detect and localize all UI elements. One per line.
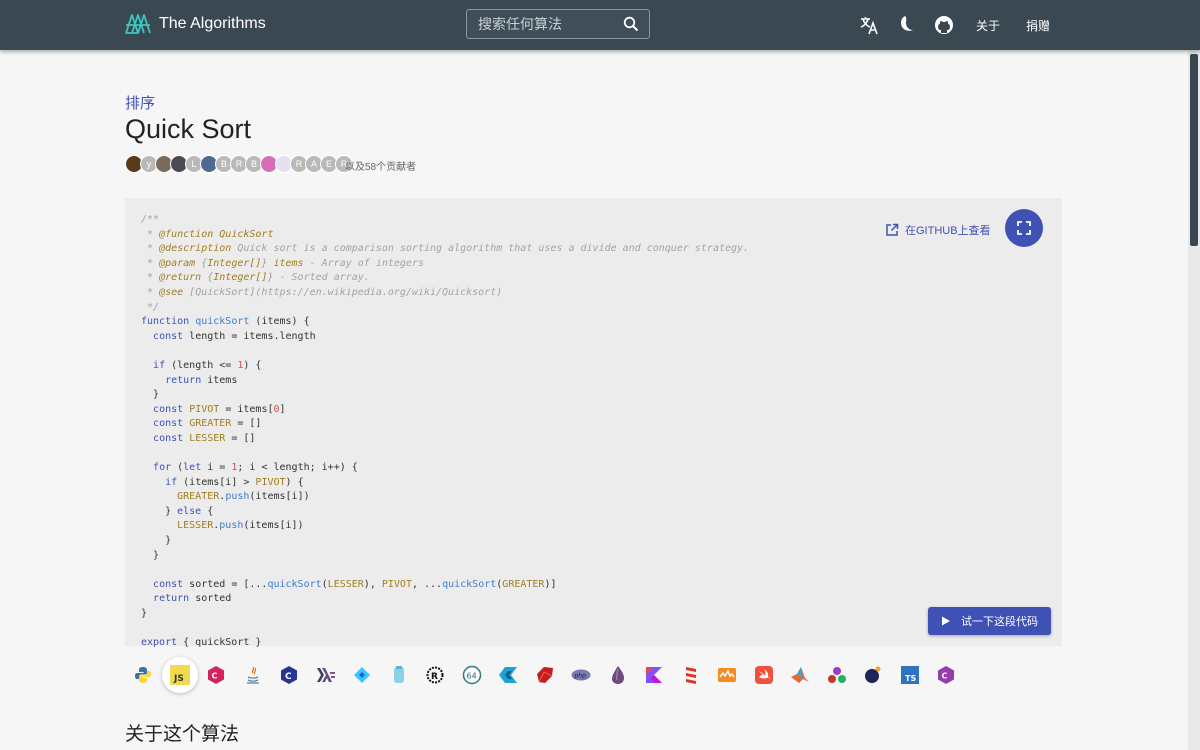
svg-text:C: C <box>285 672 292 682</box>
haskell-icon <box>316 668 335 682</box>
svg-text:C: C <box>212 672 218 681</box>
c-sharp-icon: C <box>938 666 955 684</box>
breadcrumb-category[interactable]: 排序 <box>125 92 155 113</box>
lang-matlab[interactable] <box>782 657 819 693</box>
lang-javascript[interactable]: JS <box>161 657 198 693</box>
search-box[interactable] <box>466 9 650 39</box>
avatar-letter: B <box>220 159 227 169</box>
avatar-letter: R <box>295 159 303 169</box>
page-title: Quick Sort <box>125 114 252 144</box>
typescript-icon: TS <box>900 666 919 684</box>
lang-python[interactable] <box>125 657 162 693</box>
avatar-letter: R <box>235 159 243 169</box>
lang-elixir[interactable] <box>600 657 637 693</box>
php-icon: php <box>571 669 591 681</box>
javascript-icon: JS <box>169 665 190 685</box>
try-code-label: 试一下这段代码 <box>961 616 1038 628</box>
translate-icon[interactable] <box>859 15 879 35</box>
svg-text:64: 64 <box>466 672 476 681</box>
avatar-letter: L <box>191 159 197 169</box>
elixir-icon <box>611 666 624 684</box>
assembly-64-icon: 64 <box>462 665 481 685</box>
open-in-new-icon <box>886 223 899 236</box>
the-algorithms-logo-icon <box>125 14 151 34</box>
lang-dart[interactable] <box>344 657 381 693</box>
code-panel: /** * @function QuickSort * @description… <box>125 198 1062 648</box>
contributors-count[interactable]: 以及58个贡献者 <box>345 158 416 173</box>
dart-icon <box>354 667 371 683</box>
rust-icon: R <box>426 666 444 684</box>
lang-ruby[interactable] <box>527 657 564 693</box>
svg-text:JS: JS <box>173 674 184 684</box>
ruby-icon <box>536 667 553 683</box>
search-input[interactable] <box>476 15 620 33</box>
avatar-letter: B <box>250 159 257 169</box>
fullscreen-icon <box>1017 221 1031 235</box>
lang-rust[interactable]: R <box>417 657 454 693</box>
contributor-avatars: y L B R B R A E R <box>125 155 353 173</box>
avatar-letter: E <box>325 159 332 169</box>
home-link[interactable]: The Algorithms <box>125 13 266 35</box>
svg-text:php: php <box>574 673 587 680</box>
lang-swift[interactable] <box>746 657 783 693</box>
code-block: /** * @function QuickSort * @description… <box>141 214 750 649</box>
r-icon <box>827 667 846 683</box>
matlab-icon <box>791 667 810 683</box>
lang-scala[interactable] <box>673 657 710 693</box>
page-scrollbar[interactable] <box>1188 50 1200 750</box>
lang-typescript[interactable]: TS <box>892 657 929 693</box>
lang-haskell[interactable] <box>308 657 345 693</box>
donate-link[interactable]: 捐赠 <box>1026 17 1050 34</box>
scrollbar-thumb[interactable] <box>1190 54 1198 246</box>
lang-julia[interactable] <box>709 657 746 693</box>
about-algorithm-heading: 关于这个算法 <box>125 724 240 745</box>
svg-text:C: C <box>942 672 948 681</box>
elm-icon <box>393 666 404 683</box>
swift-icon <box>754 666 773 684</box>
about-link[interactable]: 关于 <box>976 17 1000 34</box>
lang-r[interactable] <box>819 657 856 693</box>
top-bar: The Algorithms 关于 捐赠 <box>0 0 1200 50</box>
lang-ocaml[interactable] <box>855 657 892 693</box>
julia-icon <box>718 668 737 682</box>
avatar-letter: y <box>146 159 152 169</box>
ocaml-icon <box>865 666 881 683</box>
lang-java[interactable] <box>235 657 272 693</box>
kotlin-icon <box>646 667 663 683</box>
lang-zig[interactable] <box>490 657 527 693</box>
lang-kotlin[interactable] <box>636 657 673 693</box>
java-icon <box>246 666 259 684</box>
python-icon <box>135 667 152 683</box>
c-icon: C <box>281 666 298 684</box>
svg-text:R: R <box>431 672 438 682</box>
view-on-github-label: 在GITHUB上查看 <box>905 225 991 237</box>
try-code-button[interactable]: 试一下这段代码 <box>928 607 1051 635</box>
lang-c-plus-plus[interactable]: C <box>198 657 235 693</box>
search-icon[interactable] <box>623 16 639 32</box>
lang-c-sharp[interactable]: C <box>928 657 965 693</box>
lang-elm[interactable] <box>381 657 418 693</box>
lang-c[interactable]: C <box>271 657 308 693</box>
scala-icon <box>685 667 696 684</box>
logo-text: The Algorithms <box>159 15 266 32</box>
language-bar: JS C C R 64 php TS C <box>125 655 995 695</box>
lang-assembly-64[interactable]: 64 <box>454 657 491 693</box>
lang-php[interactable]: php <box>563 657 600 693</box>
play-icon <box>942 616 950 626</box>
avatar-letter: A <box>310 159 317 169</box>
zig-icon <box>499 667 518 683</box>
fullscreen-button[interactable] <box>1005 209 1043 247</box>
svg-text:TS: TS <box>905 674 916 683</box>
view-on-github-link[interactable]: 在GITHUB上查看 <box>885 222 991 238</box>
c-plus-plus-icon: C <box>208 666 225 684</box>
dark-mode-icon[interactable] <box>897 15 915 33</box>
github-icon[interactable] <box>934 15 954 35</box>
